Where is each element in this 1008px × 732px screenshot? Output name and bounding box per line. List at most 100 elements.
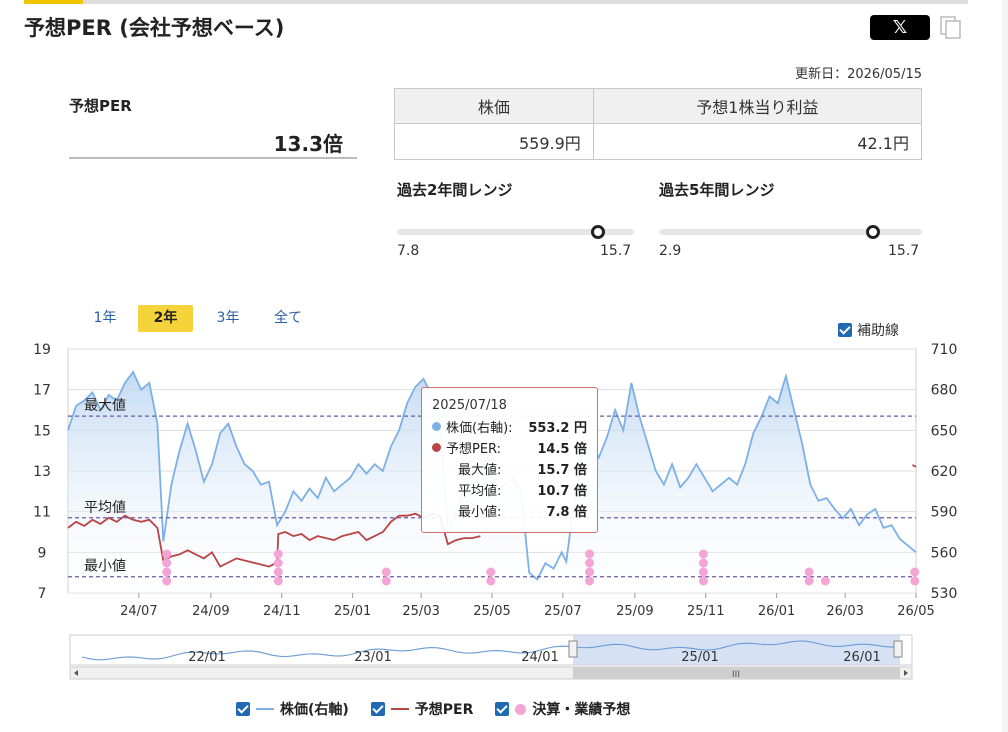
x-tick-label: 26/05 [897,604,934,619]
legend-item-per[interactable]: 予想PER [370,699,473,719]
x-tick-label: 26/03 [826,604,863,619]
top-accent-highlight [24,0,83,4]
tab-all[interactable]: 全て [262,305,314,332]
event-marker [585,576,595,586]
range-2y-title: 過去2年間レンジ [397,181,513,199]
legend-events-checkbox[interactable] [495,702,510,716]
share-x-button[interactable]: 𝕏 [870,15,930,40]
chart-tooltip: 2025/07/18 株価(右軸): 553.2 円 予想PER: 14.5 倍… [421,387,598,533]
top-accent-bar [24,0,968,4]
navigator-tick-label: 26/01 [843,650,880,665]
tooltip-date: 2025/07/18 [432,398,507,413]
event-marker [273,549,283,559]
reference-line-label: 最小値 [84,559,126,575]
y-right-tick-label: 620 [931,464,958,480]
navigator-tick-label: 23/01 [354,650,391,665]
chart-legend: 株価(右軸) 予想PER 決算・業績予想 [236,699,630,719]
event-marker [820,576,830,586]
x-tick-label: 26/01 [758,604,795,619]
event-marker [698,549,708,559]
side-panel-edge [1002,0,1008,732]
x-tick-label: 25/01 [334,604,371,619]
tooltip-row-max: 最大値: 15.7 倍 [458,463,587,478]
event-marker [273,567,283,577]
eps-value: 42.1円 [592,123,923,160]
y-right-tick-label: 590 [931,505,958,521]
tooltip-row-price: 株価(右軸): 553.2 円 [432,416,587,437]
range-2y-min: 7.8 [397,243,420,259]
range-5y-marker [865,225,880,239]
reference-line-label: 最大値 [84,398,126,414]
navigator-handle [568,640,578,658]
tooltip-row-avg: 平均値: 10.7 倍 [458,484,587,499]
event-marker [381,567,391,577]
navigator-tick-label: 25/01 [681,650,718,665]
tab-1y[interactable]: 1年 [82,305,128,332]
event-marker [273,558,283,568]
price-value: 559.9円 [394,123,594,160]
update-date: 更新日：2026/05/15 [795,67,922,82]
event-marker [804,576,814,586]
per-label: 予想PER [69,97,132,115]
y-left-tick-label: 17 [33,383,51,399]
legend-item-price[interactable]: 株価(右軸) [236,699,349,719]
legend-price-checkbox[interactable] [236,702,250,716]
legend-events-label: 決算・業績予想 [532,702,631,718]
y-left-tick-label: 7 [38,586,47,602]
legend-item-events[interactable]: 決算・業績予想 [495,699,630,719]
tab-2y[interactable]: 2年 [138,305,193,332]
range-5y-title: 過去5年間レンジ [659,181,775,199]
event-marker [162,576,172,586]
x-tick-label: 24/09 [192,604,229,619]
event-marker [381,576,391,586]
y-left-tick-label: 15 [33,423,51,439]
range-5y-min: 2.9 [659,243,682,259]
price-dot-icon [432,422,441,431]
legend-price-label: 株価(右軸) [280,702,349,718]
eps-header: 予想1株当り利益 [592,88,923,124]
event-marker [804,567,814,577]
price-header: 株価 [394,88,594,124]
range-2y-marker [591,225,605,239]
range-5y-max: 15.7 [888,243,920,259]
event-marker [162,567,172,577]
x-tick-label: 25/11 [687,604,724,619]
y-right-tick-label: 680 [931,383,958,399]
event-marker [273,576,283,586]
range-2y-max: 15.7 [600,243,632,259]
event-marker [585,567,595,577]
event-marker [486,567,496,577]
y-left-tick-label: 11 [33,505,51,521]
event-marker [698,576,708,586]
x-tick-label: 25/09 [616,604,653,619]
copy-icon[interactable] [940,16,962,40]
tooltip-row-per: 予想PER: 14.5 倍 [432,437,587,458]
navigator-scroll-grip: III [732,670,740,680]
event-marker [162,558,172,568]
per-underline [69,157,357,159]
x-tick-label: 24/07 [120,604,157,619]
y-right-tick-label: 530 [931,586,958,602]
y-right-tick-label: 560 [931,545,958,561]
per-value: 13.3倍 [273,132,343,156]
tooltip-row-min: 最小値: 7.8 倍 [458,505,587,520]
legend-per-checkbox[interactable] [370,702,385,716]
event-marker [162,549,172,559]
y-right-tick-label: 710 [931,342,958,358]
event-marker [910,567,920,577]
per-dot-icon [432,443,441,452]
x-tick-label: 25/05 [473,604,510,619]
navigator-handle [893,640,903,658]
legend-events-dot-icon [515,703,527,715]
y-left-tick-label: 13 [33,464,51,480]
event-marker [585,549,595,559]
x-tick-label: 25/07 [544,604,581,619]
tab-3y[interactable]: 3年 [205,305,251,332]
y-left-tick-label: 19 [33,342,51,358]
event-marker [910,576,920,586]
price-eps-table: 株価 予想1株当り利益 559.9円 42.1円 [394,88,923,160]
event-marker [585,558,595,568]
event-marker [698,567,708,577]
reference-line-label: 平均値 [84,500,126,516]
y-right-tick-label: 650 [931,423,958,439]
